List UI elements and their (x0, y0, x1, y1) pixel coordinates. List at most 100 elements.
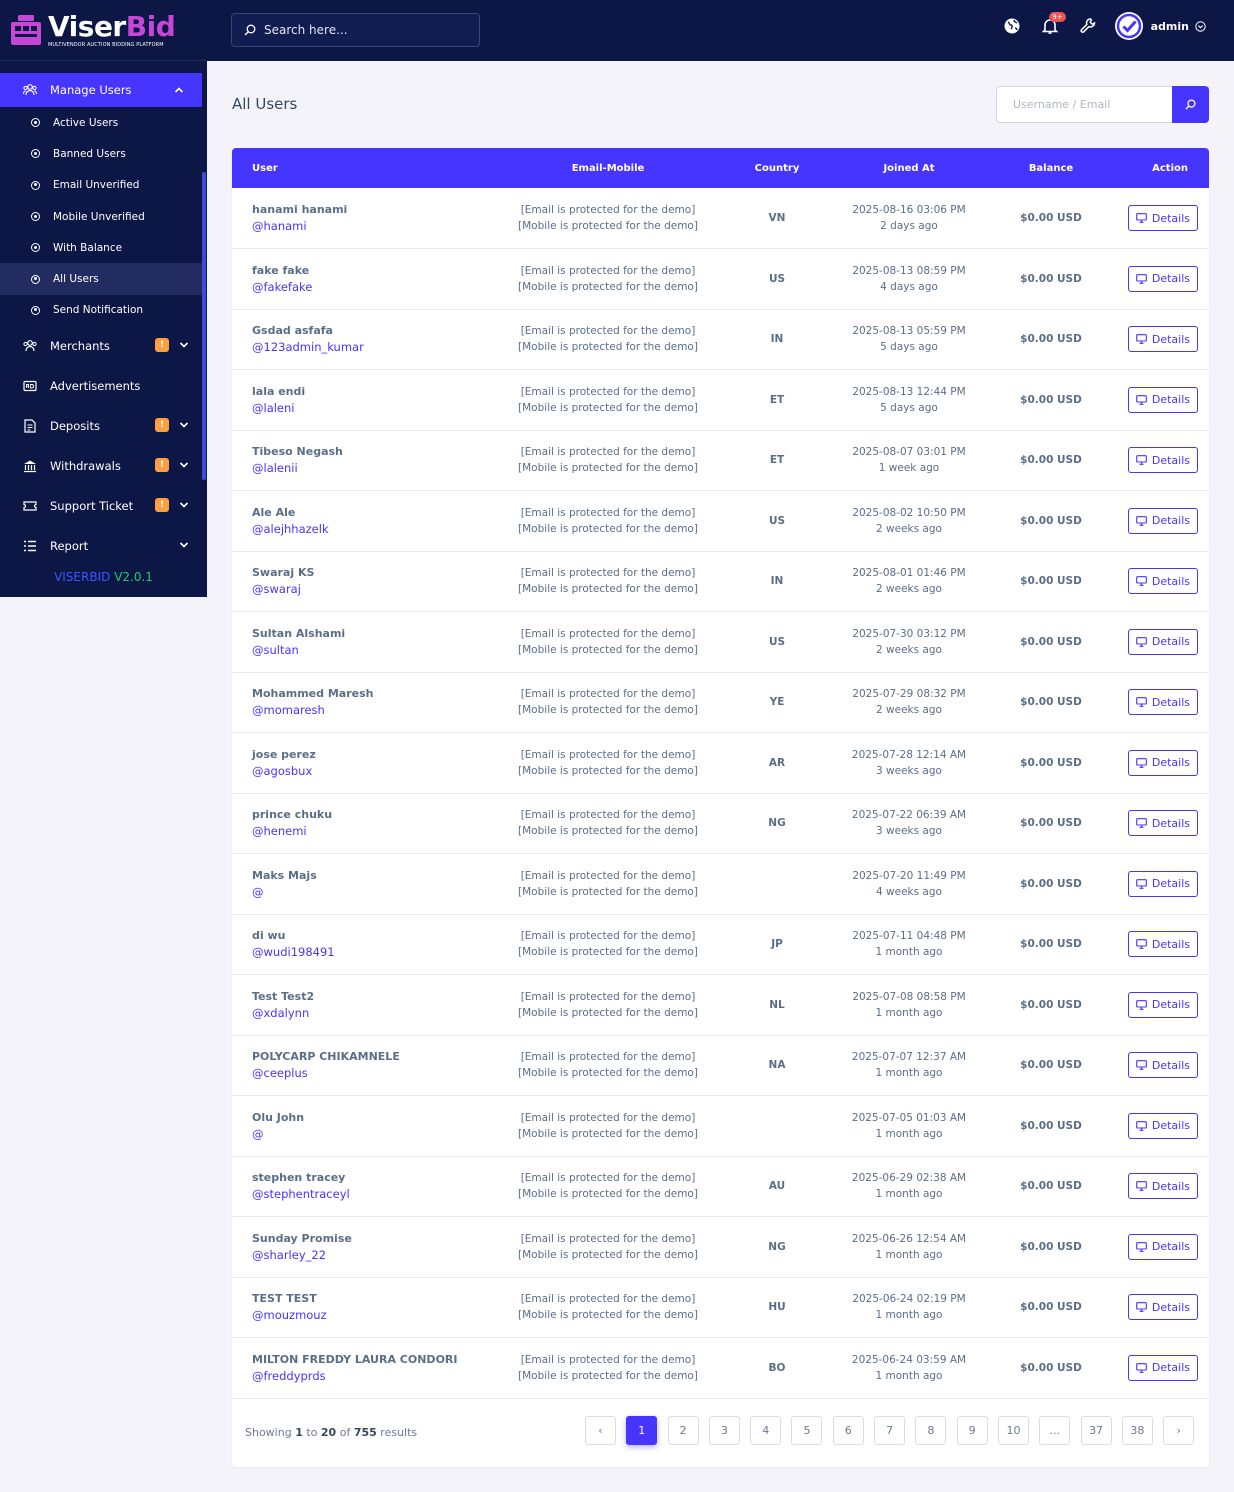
user-username-link[interactable]: @hanami (252, 219, 482, 233)
user-username-link[interactable]: @ (252, 1127, 482, 1141)
pagination-page-7[interactable]: 7 (874, 1416, 906, 1445)
sidebar-item-report[interactable]: Report (0, 526, 207, 566)
pagination-page-4[interactable]: 4 (750, 1416, 782, 1445)
sidebar-item-withdrawals[interactable]: Withdrawals ! (0, 446, 207, 486)
balance-cell: $0.00 USD (1020, 938, 1082, 951)
table-row: Sunday Promise @sharley_22 [Email is pro… (232, 1217, 1209, 1277)
action-cell: Details (1104, 1338, 1209, 1399)
sidebar-subitem-send-notification[interactable]: Send Notification (0, 295, 207, 326)
details-button[interactable]: Details (1127, 386, 1198, 413)
joined-at-cell: 2025-07-29 08:32 PM 2 weeks ago (820, 672, 998, 733)
balance-cell: $0.00 USD (1020, 272, 1082, 285)
sidebar-subitem-mobile-unverified[interactable]: Mobile Unverified (0, 201, 207, 232)
pagination-page-10[interactable]: 10 (997, 1416, 1029, 1445)
pagination-page-2[interactable]: 2 (667, 1416, 699, 1445)
pagination-next-button[interactable]: › (1163, 1416, 1195, 1445)
details-button[interactable]: Details (1127, 265, 1198, 292)
user-username-link[interactable]: @wudi198491 (252, 945, 482, 959)
details-button[interactable]: Details (1127, 628, 1198, 655)
table-row: prince chuku @henemi [Email is protected… (232, 793, 1209, 854)
pagination-page-9[interactable]: 9 (956, 1416, 988, 1445)
user-fullname: Test Test2 (252, 989, 315, 1003)
pagination-page-6[interactable]: 6 (832, 1416, 864, 1445)
user-username-link[interactable]: @freddyprds (252, 1369, 482, 1383)
details-button[interactable]: Details (1127, 1233, 1198, 1260)
bell-icon[interactable]: 9+ (1039, 12, 1066, 37)
search-box[interactable] (231, 13, 480, 47)
user-username-link[interactable]: @lalenii (252, 461, 482, 475)
user-username-link[interactable]: @sultan (252, 643, 482, 657)
user-username-link[interactable]: @laleni (252, 401, 482, 415)
pagination-page-8[interactable]: 8 (915, 1416, 947, 1445)
sidebar-scrollbar[interactable] (202, 172, 206, 480)
table-row: Maks Majs @ [Email is protected for the … (232, 854, 1209, 914)
sidebar-subitem-all-users[interactable]: All Users (0, 263, 202, 295)
sidebar-item-support-ticket[interactable]: Support Ticket ! (0, 486, 207, 526)
user-username-link[interactable]: @swaraj (252, 582, 482, 596)
details-button[interactable]: Details (1127, 749, 1198, 776)
sidebar-subitem-with-balance[interactable]: With Balance (0, 232, 207, 263)
user-username-link[interactable]: @momaresh (252, 703, 482, 717)
details-button[interactable]: Details (1127, 991, 1198, 1018)
pagination-page-5[interactable]: 5 (791, 1416, 823, 1445)
sidebar-item-manage-users[interactable]: Manage Users (0, 73, 202, 107)
joined-relative: 2 days ago (880, 220, 938, 232)
pagination-ellipsis[interactable]: ... (1039, 1416, 1071, 1445)
desktop-icon (1136, 273, 1147, 284)
admin-name[interactable]: admin (1151, 20, 1189, 33)
brand-logo[interactable]: ViserBid MULTIVENDOR AUCTION BIDDING PLA… (0, 0, 207, 61)
pagination-page-38[interactable]: 38 (1121, 1416, 1153, 1445)
details-button[interactable]: Details (1127, 1112, 1198, 1139)
details-button[interactable]: Details (1127, 205, 1198, 231)
user-fullname: fake fake (252, 263, 310, 277)
sidebar-subitem-email-unverified[interactable]: Email Unverified (0, 170, 207, 201)
details-button[interactable]: Details (1127, 870, 1198, 897)
details-button[interactable]: Details (1127, 1294, 1198, 1321)
details-button[interactable]: Details (1127, 326, 1198, 353)
details-button[interactable]: Details (1127, 1354, 1198, 1381)
users-table-card: User Email-Mobile Country Joined At Bala… (232, 148, 1209, 1467)
user-fullname: prince chuku (252, 808, 333, 822)
search-input[interactable] (264, 23, 464, 37)
sidebar-item-advertisements[interactable]: Advertisements (0, 366, 207, 406)
action-cell: Details (1104, 975, 1209, 1036)
details-button[interactable]: Details (1127, 447, 1198, 474)
details-button[interactable]: Details (1127, 568, 1198, 595)
joined-relative: 2 weeks ago (876, 643, 942, 656)
pagination-page-1[interactable]: 1 (626, 1416, 658, 1445)
user-username-link[interactable]: @stephentraceyl (252, 1187, 482, 1201)
page-title: All Users (232, 95, 298, 113)
email-text: [Email is protected for the demo] (520, 446, 696, 459)
wrench-icon[interactable] (1077, 15, 1099, 37)
user-username-link[interactable]: @fakefake (252, 280, 482, 294)
user-username-link[interactable]: @mouzmouz (252, 1308, 482, 1322)
details-button[interactable]: Details (1127, 810, 1198, 837)
globe-icon[interactable] (1001, 15, 1023, 37)
username-email-filter-input[interactable] (996, 86, 1172, 123)
chevron-down-circle-icon[interactable] (1195, 20, 1206, 32)
user-fullname: Gsdad asfafa (252, 324, 333, 338)
details-button[interactable]: Details (1127, 931, 1198, 958)
avatar[interactable] (1114, 12, 1143, 40)
user-username-link[interactable]: @henemi (252, 824, 482, 838)
details-button[interactable]: Details (1127, 1173, 1198, 1200)
user-username-link[interactable]: @alejhhazelk (252, 522, 482, 536)
pagination-prev-button[interactable]: ‹ (585, 1416, 616, 1445)
sidebar-item-merchants[interactable]: Merchants ! (0, 326, 207, 366)
user-username-link[interactable]: @sharley_22 (252, 1248, 482, 1262)
user-username-link[interactable]: @xdalynn (252, 1006, 482, 1020)
pagination-page-3[interactable]: 3 (708, 1416, 740, 1445)
user-username-link[interactable]: @ceeplus (252, 1066, 482, 1080)
details-button[interactable]: Details (1127, 689, 1198, 716)
user-username-link[interactable]: @ (252, 885, 482, 899)
filter-search-button[interactable] (1172, 86, 1209, 123)
sidebar-subitem-active-users[interactable]: Active Users (0, 107, 207, 138)
pagination-page-37[interactable]: 37 (1080, 1416, 1112, 1445)
details-button[interactable]: Details (1127, 1052, 1198, 1079)
user-username-link[interactable]: @123admin_kumar (252, 340, 482, 354)
details-button[interactable]: Details (1127, 507, 1198, 534)
user-username-link[interactable]: @agosbux (252, 764, 482, 778)
chevron-down-icon (179, 499, 189, 513)
sidebar-subitem-banned-users[interactable]: Banned Users (0, 138, 207, 169)
sidebar-item-deposits[interactable]: Deposits ! (0, 406, 207, 446)
